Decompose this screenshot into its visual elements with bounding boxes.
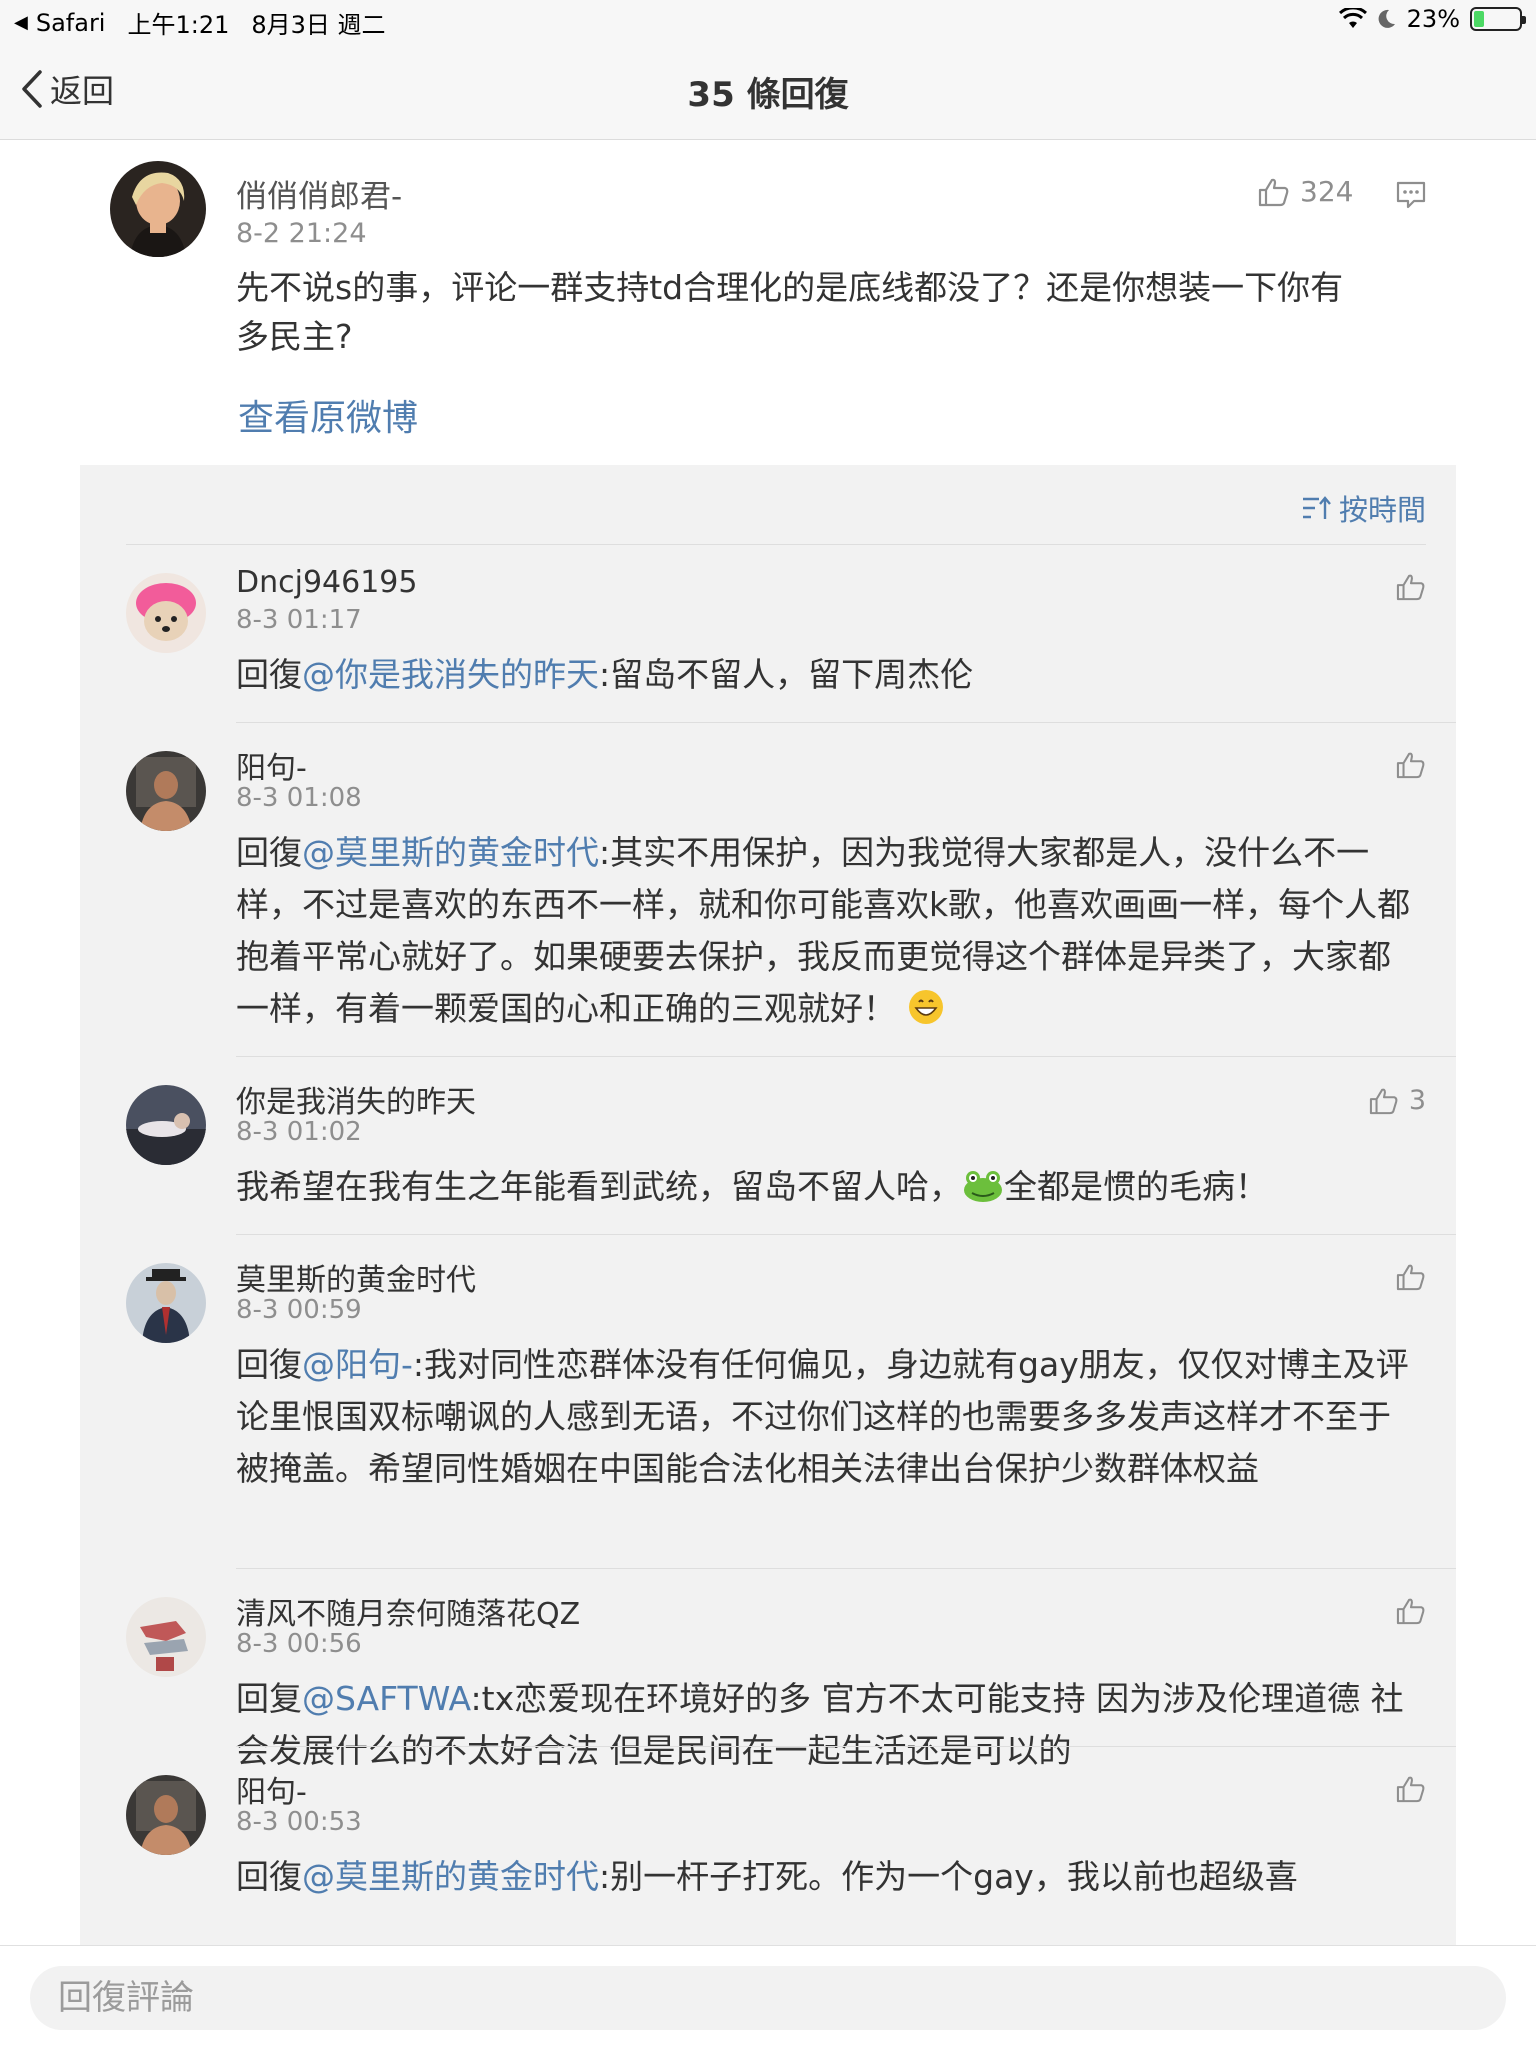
sort-icon: [1302, 496, 1331, 519]
post-like-button[interactable]: 324: [1258, 175, 1353, 208]
reply-text: 回復@莫里斯的黄金时代:其实不用保护，因为我觉得大家都是人，没什么不一样，不过是…: [236, 827, 1416, 1041]
thumbs-up-icon: [1369, 1088, 1398, 1114]
sort-by-time-button[interactable]: 按時間: [1301, 487, 1426, 529]
avatar-image: [110, 161, 206, 257]
reply-prefix: 回復: [236, 1857, 302, 1896]
avatar[interactable]: [126, 1597, 206, 1677]
reply-author[interactable]: Dncj946195: [236, 565, 417, 600]
reply-author[interactable]: 清风不随月奈何随落花QZ: [236, 1589, 580, 1633]
thumbs-up-icon: [1396, 752, 1425, 779]
mention-link[interactable]: @阳句-: [302, 1345, 413, 1384]
reply-item: 阳句- 8-3 01:08 回復@莫里斯的黄金时代:其实不用保护，因为我觉得大家…: [80, 723, 1456, 1057]
reply-text: 回復@你是我消失的昨天:留岛不留人，留下周杰伦: [236, 649, 1416, 701]
reply-text: 回復@阳句-:我对同性恋群体没有任何偏见，身边就有gay朋友，仅仅对博主及评论里…: [236, 1339, 1416, 1495]
grinning-face-icon: [907, 988, 945, 1041]
reply-prefix: 回复: [236, 1679, 302, 1718]
main-post: 俏俏俏郎君- 8-2 21:24 324 先不说s的事，评论一群支持td合理化的…: [0, 141, 1536, 465]
battery-cap: [1522, 16, 1526, 24]
reply-text: 我希望在我有生之年能看到武统，留岛不留人哈， 全都是惯的毛病！: [236, 1161, 1416, 1219]
mention-link[interactable]: @你是我消失的昨天: [302, 655, 599, 694]
reply-timestamp: 8-3 00:56: [236, 1629, 362, 1659]
comment-icon[interactable]: [1396, 181, 1426, 213]
reply-item: 莫里斯的黄金时代 8-3 00:59 回復@阳句-:我对同性恋群体没有任何偏见，…: [80, 1235, 1456, 1569]
reply-item: 阳句- 8-3 00:53 回復@莫里斯的黄金时代:别一杆子打死。作为一个gay…: [80, 1747, 1456, 1945]
status-bar: ◀ Safari 上午1:21 8月3日 週二 23%: [0, 0, 1536, 40]
reply-body: 全都是惯的毛病！: [1004, 1167, 1268, 1206]
avatar[interactable]: [110, 161, 206, 257]
reply-body: :别一杆子打死。作为一个gay，我以前也超级喜: [599, 1857, 1298, 1896]
nav-bar: 返回 35 條回復: [0, 40, 1536, 140]
view-original-link[interactable]: 查看原微博: [238, 389, 418, 441]
thumbs-up-icon: [1396, 574, 1425, 601]
reply-timestamp: 8-3 00:53: [236, 1807, 362, 1837]
post-timestamp: 8-2 21:24: [236, 218, 367, 249]
status-left: ◀ Safari 上午1:21 8月3日 週二: [14, 5, 386, 40]
moon-icon: [1378, 9, 1395, 28]
frog-face-icon: [962, 1167, 1004, 1219]
sort-label: 按時間: [1338, 493, 1426, 527]
reply-timestamp: 8-3 00:59: [236, 1295, 362, 1325]
reply-like-button[interactable]: 3: [1369, 1085, 1426, 1116]
thumbs-up-icon: [1396, 1776, 1425, 1803]
bottom-bar: [0, 1945, 1536, 2048]
reply-comment-input[interactable]: [30, 1966, 1506, 2030]
battery-percent: 23%: [1406, 5, 1460, 33]
post-text: 先不说s的事，评论一群支持td合理化的是底线都没了？还是你想装一下你有多民主?: [236, 268, 1344, 356]
mention-link[interactable]: @莫里斯的黄金时代: [302, 833, 599, 872]
reply-body-before: 我希望在我有生之年能看到武统，留岛不留人哈，: [236, 1167, 962, 1206]
reply-prefix: 回復: [236, 833, 302, 872]
reply-author[interactable]: 莫里斯的黄金时代: [236, 1255, 476, 1299]
battery-fill: [1474, 11, 1485, 27]
reply-item: 清风不随月奈何随落花QZ 8-3 00:56 回复@SAFTWA:tx恋爱现在环…: [80, 1569, 1456, 1770]
avatar[interactable]: [126, 751, 206, 831]
post-like-count: 324: [1300, 175, 1354, 208]
reply-body: :留岛不留人，留下周杰伦: [599, 655, 974, 694]
reply-text: 回復@莫里斯的黄金时代:别一杆子打死。作为一个gay，我以前也超级喜: [236, 1851, 1416, 1903]
reply-timestamp: 8-3 01:17: [236, 605, 362, 635]
mention-link[interactable]: @SAFTWA: [302, 1679, 471, 1718]
reply-author[interactable]: 阳句-: [236, 743, 307, 787]
avatar[interactable]: [126, 1085, 206, 1165]
reply-like-count: 3: [1408, 1085, 1426, 1116]
reply-timestamp: 8-3 01:02: [236, 1117, 362, 1147]
sort-row: 按時間: [126, 465, 1426, 545]
wifi-icon: [1338, 8, 1367, 28]
status-app-name[interactable]: Safari: [36, 9, 106, 37]
reply-panel: 按時間 Dncj946195 8-3 01:17 回復@你是我消失的昨天:留岛不…: [80, 465, 1456, 1945]
reply-item: Dncj946195 8-3 01:17 回復@你是我消失的昨天:留岛不留人，留…: [80, 545, 1456, 723]
avatar[interactable]: [126, 1263, 206, 1343]
battery-icon: [1470, 7, 1526, 31]
reply-timestamp: 8-3 01:08: [236, 783, 362, 813]
thumbs-up-icon: [1396, 1264, 1425, 1291]
back-to-app-icon[interactable]: ◀: [14, 12, 28, 33]
reply-like-button[interactable]: [1396, 1263, 1426, 1291]
page-title: 35 條回復: [687, 75, 849, 115]
reply-like-button[interactable]: [1396, 1775, 1426, 1803]
reply-item: 你是我消失的昨天 8-3 01:02 3 我希望在我有生之年能看到武统，留岛不留…: [80, 1057, 1456, 1235]
reply-prefix: 回復: [236, 1345, 302, 1384]
thumbs-up-icon: [1258, 178, 1289, 206]
avatar[interactable]: [126, 573, 206, 653]
reply-like-button[interactable]: [1396, 751, 1426, 779]
status-right: 23%: [1338, 5, 1526, 33]
status-time: 上午1:21: [127, 11, 230, 39]
reply-like-button[interactable]: [1396, 1597, 1426, 1625]
reply-like-button[interactable]: [1396, 573, 1426, 601]
thumbs-up-icon: [1396, 1598, 1425, 1625]
mention-link[interactable]: @莫里斯的黄金时代: [302, 1857, 599, 1896]
reply-author[interactable]: 阳句-: [236, 1767, 307, 1811]
post-author-name[interactable]: 俏俏俏郎君-: [236, 171, 402, 216]
reply-author[interactable]: 你是我消失的昨天: [236, 1077, 476, 1121]
status-date: 8月3日 週二: [251, 11, 386, 39]
avatar[interactable]: [126, 1775, 206, 1855]
reply-prefix: 回復: [236, 655, 302, 694]
